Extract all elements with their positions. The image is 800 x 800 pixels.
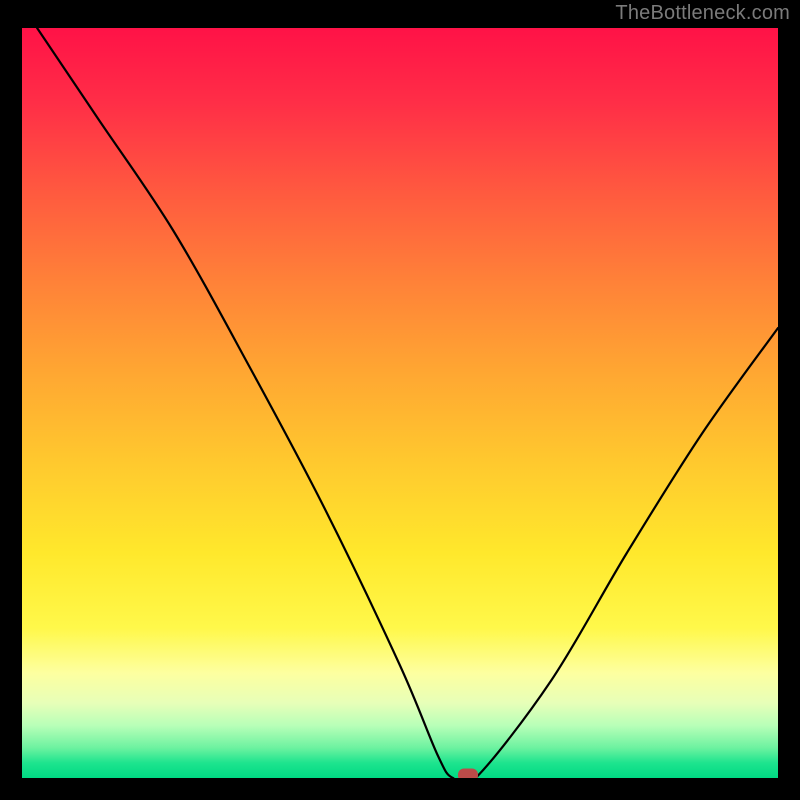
watermark-text: TheBottleneck.com	[615, 2, 790, 25]
bottleneck-curve	[37, 28, 778, 778]
curve-layer	[22, 28, 778, 778]
plot-area	[22, 28, 778, 778]
chart-frame: TheBottleneck.com	[0, 0, 800, 800]
optimal-marker	[458, 769, 478, 779]
